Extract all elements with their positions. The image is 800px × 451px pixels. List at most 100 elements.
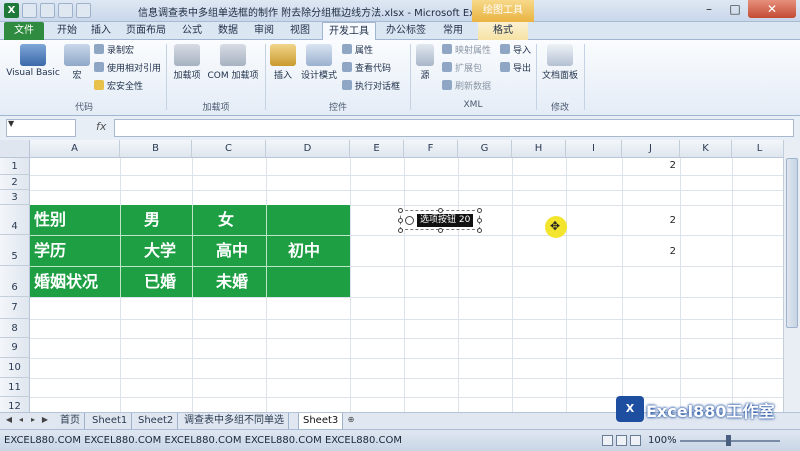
resize-handle[interactable]: [438, 208, 443, 213]
table-cell-label[interactable]: 婚姻状况: [34, 267, 98, 297]
option-button-control[interactable]: 选项按钮 20: [398, 208, 482, 233]
redo-icon[interactable]: [58, 3, 73, 18]
page-layout-view-icon[interactable]: [616, 435, 627, 446]
xml-source-button[interactable]: 源: [414, 44, 436, 81]
design-mode-button[interactable]: 设计模式: [298, 44, 340, 81]
normal-view-icon[interactable]: [602, 435, 613, 446]
close-button[interactable]: ✕: [748, 0, 796, 18]
resize-handle[interactable]: [438, 228, 443, 233]
sheet-tab[interactable]: 首页: [56, 413, 85, 429]
column-header[interactable]: K: [680, 140, 732, 158]
column-header[interactable]: E: [350, 140, 404, 158]
table-cell[interactable]: 女: [218, 205, 234, 235]
map-properties-button[interactable]: 映射属性: [442, 44, 491, 58]
xml-import-button[interactable]: 导入: [500, 44, 531, 58]
resize-handle[interactable]: [477, 208, 482, 213]
com-addins-button[interactable]: COM 加载项: [204, 44, 262, 81]
column-header[interactable]: I: [566, 140, 622, 158]
resize-handle[interactable]: [477, 218, 482, 223]
properties-button[interactable]: 属性: [342, 44, 373, 58]
row-header[interactable]: 5: [0, 235, 30, 266]
column-header[interactable]: D: [266, 140, 350, 158]
view-code-button[interactable]: 查看代码: [342, 62, 391, 76]
insert-control-button[interactable]: 插入: [268, 44, 298, 81]
column-header[interactable]: L: [732, 140, 783, 158]
next-sheet-icon[interactable]: ▸: [28, 415, 38, 424]
column-header[interactable]: C: [192, 140, 266, 158]
xml-export-button[interactable]: 导出: [500, 62, 531, 76]
resize-handle[interactable]: [477, 228, 482, 233]
relative-reference-button[interactable]: 使用相对引用: [94, 62, 161, 76]
page-break-view-icon[interactable]: [630, 435, 641, 446]
table-cell[interactable]: 高中: [216, 236, 248, 266]
row-header[interactable]: 10: [0, 358, 30, 378]
resize-handle[interactable]: [398, 228, 403, 233]
tab-data[interactable]: 数据: [212, 22, 244, 40]
column-header[interactable]: H: [512, 140, 566, 158]
row-header[interactable]: 6: [0, 266, 30, 297]
tab-insert[interactable]: 插入: [86, 22, 116, 40]
column-header[interactable]: A: [30, 140, 120, 158]
last-sheet-icon[interactable]: ▶: [40, 415, 50, 424]
tab-developer[interactable]: 开发工具: [322, 22, 376, 41]
minimize-button[interactable]: –: [696, 0, 722, 18]
sheet-tab-active[interactable]: Sheet3: [298, 413, 344, 429]
row-header[interactable]: 11: [0, 378, 30, 397]
table-cell[interactable]: 已婚: [144, 267, 176, 297]
macros-button[interactable]: 宏: [64, 44, 90, 81]
worksheet-grid[interactable]: A B C D E F G H I J K L 1 2 3 4 5 6 7 8 …: [0, 140, 783, 412]
table-cell[interactable]: 未婚: [216, 267, 248, 297]
tab-format[interactable]: 格式: [478, 22, 528, 40]
name-box-dropdown-icon[interactable]: ▼: [8, 119, 14, 128]
vertical-scrollbar[interactable]: [783, 140, 800, 412]
save-icon[interactable]: [22, 3, 37, 18]
addins-button[interactable]: 加载项: [170, 44, 204, 81]
radio-circle-icon[interactable]: [405, 216, 414, 225]
row-header[interactable]: 12: [0, 397, 30, 412]
run-dialog-button[interactable]: 执行对话框: [342, 80, 400, 94]
maximize-button[interactable]: □: [722, 0, 748, 18]
zoom-level[interactable]: 100%: [648, 435, 677, 446]
cell-J5[interactable]: 2: [656, 246, 676, 257]
table-cell-label[interactable]: 性别: [34, 205, 66, 235]
document-panel-button[interactable]: 文档面板: [538, 44, 582, 81]
name-box[interactable]: [6, 119, 76, 137]
cell-J4[interactable]: 2: [656, 215, 676, 226]
resize-handle[interactable]: [398, 218, 403, 223]
select-all-corner[interactable]: [0, 140, 30, 158]
column-header[interactable]: J: [622, 140, 680, 158]
visual-basic-button[interactable]: Visual Basic: [4, 44, 62, 78]
zoom-slider-thumb[interactable]: [726, 435, 731, 446]
row-header[interactable]: 4: [0, 205, 30, 235]
resize-handle[interactable]: [398, 208, 403, 213]
tab-file[interactable]: 文件: [4, 22, 44, 40]
macro-security-button[interactable]: 宏安全性: [94, 80, 143, 94]
undo-icon[interactable]: [40, 3, 55, 18]
tab-formulas[interactable]: 公式: [176, 22, 208, 40]
tab-office-tab[interactable]: 办公标签: [380, 22, 432, 40]
column-header[interactable]: F: [404, 140, 458, 158]
row-header[interactable]: 3: [0, 190, 30, 205]
sheet-tab[interactable]: Sheet2: [134, 413, 179, 429]
row-header[interactable]: 2: [0, 175, 30, 190]
column-header[interactable]: B: [120, 140, 192, 158]
record-macro-button[interactable]: 录制宏: [94, 44, 134, 58]
customize-qat-icon[interactable]: [76, 3, 91, 18]
table-cell[interactable]: 初中: [288, 236, 320, 266]
first-sheet-icon[interactable]: ◀: [4, 415, 14, 424]
insert-function-icon[interactable]: fx: [96, 120, 106, 133]
row-header[interactable]: 9: [0, 338, 30, 358]
refresh-data-button[interactable]: 刷新数据: [442, 80, 491, 94]
sheet-tab[interactable]: Sheet1: [88, 413, 133, 429]
tab-home[interactable]: 开始: [52, 22, 82, 40]
tab-page-layout[interactable]: 页面布局: [120, 22, 172, 40]
formula-input[interactable]: [114, 119, 794, 137]
excel-icon[interactable]: X: [4, 3, 19, 18]
tab-review[interactable]: 审阅: [248, 22, 280, 40]
tab-view[interactable]: 视图: [284, 22, 316, 40]
row-header[interactable]: 7: [0, 297, 30, 319]
tab-common[interactable]: 常用: [436, 22, 470, 40]
table-cell[interactable]: 大学: [144, 236, 176, 266]
row-header[interactable]: 8: [0, 319, 30, 338]
table-cell[interactable]: 男: [144, 205, 160, 235]
